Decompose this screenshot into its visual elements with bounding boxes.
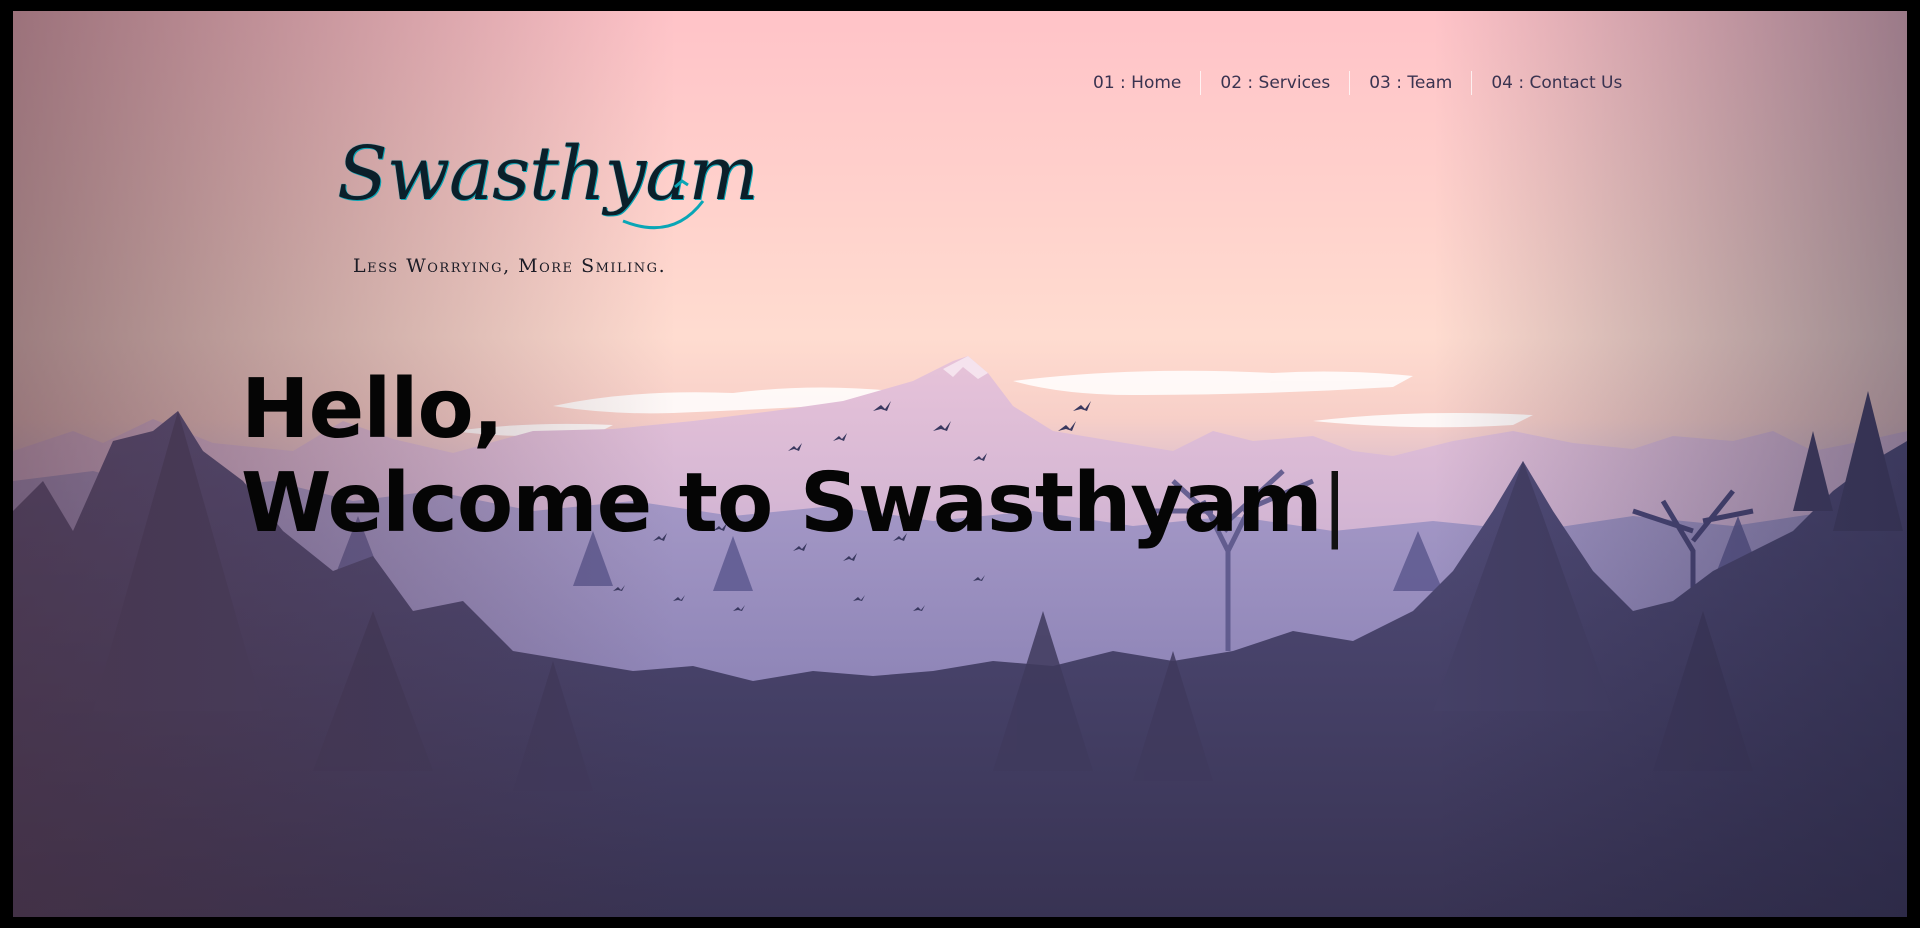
hero-greeting: Hello, xyxy=(241,362,504,457)
nav-item-contact-us[interactable]: 04 : Contact Us xyxy=(1471,71,1641,95)
nav-item-services[interactable]: 02 : Services xyxy=(1200,71,1349,95)
site-logo[interactable]: Swasthyam Less Worrying, More Smiling. xyxy=(323,131,759,281)
typing-cursor: | xyxy=(1321,460,1348,550)
nav-item-team[interactable]: 03 : Team xyxy=(1349,71,1471,95)
hero-headline: Welcome to Swasthyam xyxy=(241,456,1323,551)
hero-headline-row: Welcome to Swasthyam| xyxy=(241,456,1348,552)
main-nav: 01 : Home 02 : Services 03 : Team 04 : C… xyxy=(1093,71,1641,95)
hero-heading: Hello, Welcome to Swasthyam| xyxy=(241,362,1348,552)
logo-tagline: Less Worrying, More Smiling. xyxy=(353,255,667,277)
logo-swoosh-icon xyxy=(622,179,705,230)
nav-item-home[interactable]: 01 : Home xyxy=(1093,71,1200,95)
page-frame: 01 : Home 02 : Services 03 : Team 04 : C… xyxy=(13,11,1907,917)
